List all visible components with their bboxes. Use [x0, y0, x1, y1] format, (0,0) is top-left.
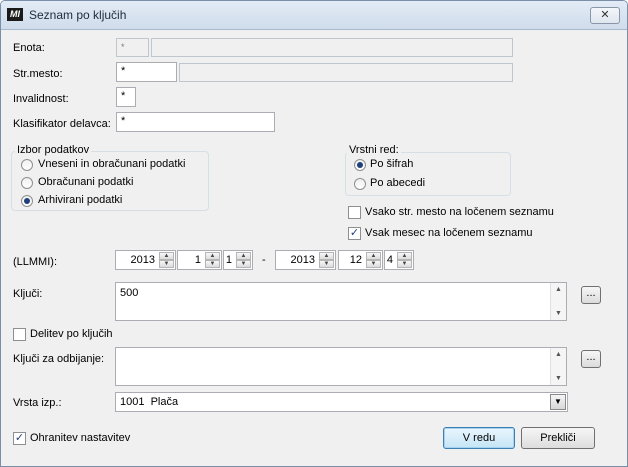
to-month-value: 12 — [349, 254, 362, 266]
invalidnost-label: Invalidnost: — [13, 93, 69, 105]
spin-down-icon[interactable]: ▼ — [397, 260, 412, 268]
vsako-str-mesto-checkbox[interactable] — [348, 206, 361, 219]
spin-up-icon[interactable]: ▲ — [236, 252, 251, 260]
close-button[interactable]: ✕ — [590, 7, 620, 24]
from-index-value: 1 — [225, 254, 232, 266]
vrstni-red-legend: Vrstni red: — [347, 144, 401, 156]
kljuci-browse-button[interactable]: ... — [581, 286, 601, 304]
kljuci-odbijanje-scrollbar[interactable]: ▲ ▼ — [550, 348, 566, 385]
invalidnost-input[interactable]: * — [116, 87, 136, 107]
from-year-spinner[interactable]: 2013 ▲ ▼ — [115, 250, 176, 270]
vsak-mesec-checkbox[interactable]: ✓ — [348, 227, 361, 240]
str-mesto-label: Str.mesto: — [13, 68, 63, 80]
kljuci-textarea[interactable]: 500 ▲ ▼ — [115, 282, 567, 321]
kljuci-odbijanje-label: Ključi za odbijanje: — [13, 353, 105, 365]
delitev-checkbox[interactable] — [13, 328, 26, 341]
scroll-down-icon[interactable]: ▼ — [551, 375, 566, 382]
vrsta-izp-dropdown[interactable]: 1001 Plača ▼ — [115, 392, 568, 412]
radio-po-sifrah[interactable] — [354, 159, 366, 171]
ok-button[interactable]: V redu — [443, 427, 515, 449]
cancel-button[interactable]: Prekliči — [521, 427, 595, 449]
app-logo-icon: MI — [7, 8, 23, 21]
window-title: Seznam po ključih — [29, 8, 127, 22]
to-year-spinner[interactable]: 2013 ▲ ▼ — [275, 250, 336, 270]
dialog-window: MI Seznam po ključih ✕ Enota: * Str.mest… — [0, 0, 628, 467]
scroll-up-icon[interactable]: ▲ — [551, 351, 566, 358]
vsako-str-mesto-label: Vsako str. mesto na ločenem seznamu — [365, 206, 554, 218]
ohranitev-label: Ohranitev nastavitev — [30, 432, 131, 444]
to-year-value: 2013 — [290, 254, 315, 266]
from-month-value: 1 — [194, 254, 201, 266]
spin-up-icon[interactable]: ▲ — [159, 252, 174, 260]
to-index-spinner[interactable]: 4 ▲ ▼ — [384, 250, 414, 270]
vsak-mesec-label: Vsak mesec na ločenem seznamu — [365, 227, 533, 239]
klasifikator-label: Klasifikator delavca: — [13, 118, 111, 130]
ohranitev-checkbox[interactable]: ✓ — [13, 432, 26, 445]
radio-arhivirani-label: Arhivirani podatki — [38, 194, 123, 206]
spin-up-icon[interactable]: ▲ — [366, 252, 381, 260]
period-label: (LLMMI): — [13, 256, 57, 268]
vrsta-izp-value: 1001 Plača — [120, 396, 179, 408]
from-year-value: 2013 — [130, 254, 155, 266]
scroll-up-icon[interactable]: ▲ — [551, 286, 566, 293]
kljuci-scrollbar[interactable]: ▲ ▼ — [550, 283, 566, 320]
radio-obracunani-label: Obračunani podatki — [38, 176, 134, 188]
from-month-spinner[interactable]: 1 ▲ ▼ — [177, 250, 222, 270]
period-separator: - — [262, 254, 266, 266]
spin-up-icon[interactable]: ▲ — [397, 252, 412, 260]
radio-po-sifrah-label: Po šifrah — [370, 158, 414, 170]
radio-vneseni-obracunani-label: Vneseni in obračunani podatki — [38, 158, 186, 170]
kljuci-label: Ključi: — [13, 288, 43, 300]
radio-vneseni-obracunani[interactable] — [21, 159, 33, 171]
spin-up-icon[interactable]: ▲ — [205, 252, 220, 260]
vrsta-izp-label: Vrsta izp.: — [13, 397, 62, 409]
chevron-down-icon[interactable]: ▼ — [550, 394, 566, 410]
from-index-spinner[interactable]: 1 ▲ ▼ — [223, 250, 253, 270]
klasifikator-input[interactable]: * — [116, 112, 275, 132]
kljuci-value: 500 — [120, 287, 139, 299]
enota-description — [151, 38, 513, 57]
izbor-podatkov-legend: Izbor podatkov — [15, 144, 92, 156]
to-month-spinner[interactable]: 12 ▲ ▼ — [338, 250, 383, 270]
spin-down-icon[interactable]: ▼ — [236, 260, 251, 268]
to-index-value: 4 — [386, 254, 393, 266]
str-mesto-description — [179, 63, 513, 82]
radio-po-abecedi[interactable] — [354, 178, 366, 190]
spin-down-icon[interactable]: ▼ — [319, 260, 334, 268]
delitev-label: Delitev po ključih — [30, 328, 113, 340]
enota-input[interactable]: * — [116, 38, 149, 57]
scroll-down-icon[interactable]: ▼ — [551, 310, 566, 317]
radio-arhivirani[interactable] — [21, 195, 33, 207]
kljuci-odbijanje-textarea[interactable]: ▲ ▼ — [115, 347, 567, 386]
title-bar[interactable]: MI Seznam po ključih ✕ — [1, 1, 627, 30]
spin-up-icon[interactable]: ▲ — [319, 252, 334, 260]
radio-obracunani[interactable] — [21, 177, 33, 189]
radio-po-abecedi-label: Po abecedi — [370, 177, 426, 189]
spin-down-icon[interactable]: ▼ — [205, 260, 220, 268]
spin-down-icon[interactable]: ▼ — [159, 260, 174, 268]
enota-label: Enota: — [13, 42, 45, 54]
spin-down-icon[interactable]: ▼ — [366, 260, 381, 268]
str-mesto-input[interactable]: * — [116, 62, 177, 82]
kljuci-odbijanje-browse-button[interactable]: ... — [581, 350, 601, 368]
